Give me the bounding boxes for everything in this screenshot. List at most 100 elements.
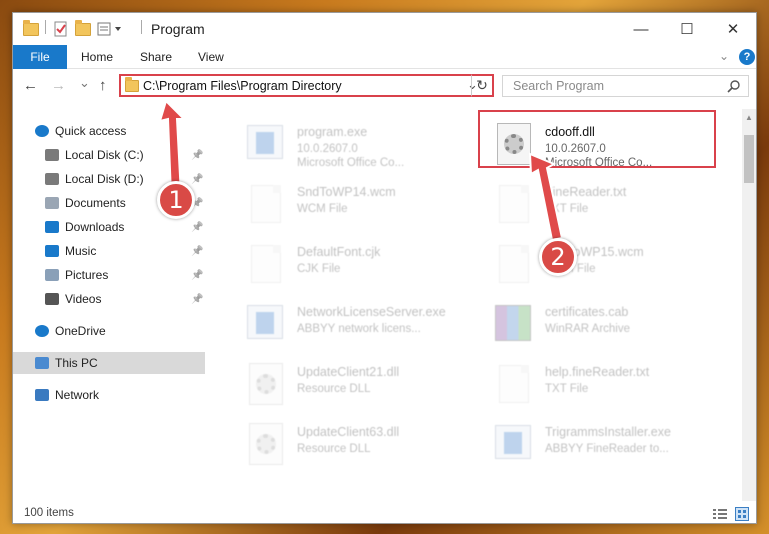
sidebar-item[interactable]: OneDrive xyxy=(13,320,205,342)
up-button[interactable]: ↑ xyxy=(99,77,107,94)
ribbon-tabs: File Home Share View ⌄ ? xyxy=(13,45,756,69)
pin-icon[interactable]: 📌 xyxy=(191,246,203,257)
step-2-badge: 2 xyxy=(539,238,577,276)
sidebar-item[interactable]: This PC xyxy=(13,352,205,374)
file-item[interactable]: certificates.cab WinRAR Archive xyxy=(491,303,726,357)
tab-file[interactable]: File xyxy=(13,45,67,69)
file-item[interactable]: program.exe 10.0.2607.0 Microsoft Office C… xyxy=(243,123,478,177)
new-folder-icon[interactable] xyxy=(75,19,91,38)
help-icon[interactable]: ? xyxy=(739,49,755,65)
step-1-badge: 1 xyxy=(157,181,195,219)
file-item[interactable]: DefaultFont.cjk CJK File xyxy=(243,243,478,297)
scroll-thumb[interactable] xyxy=(744,135,754,183)
file-name: program.exe xyxy=(297,125,368,139)
minimize-button[interactable]: — xyxy=(618,13,664,45)
music-icon xyxy=(45,245,59,257)
search-icon[interactable] xyxy=(727,80,740,93)
sidebar-item-label: Videos xyxy=(65,292,102,306)
file-detail: 10.0.2607.0 xyxy=(297,143,358,155)
document-icon xyxy=(243,243,283,287)
file-name: help.fineReader.txt xyxy=(545,365,650,379)
sidebar-item-label: Music xyxy=(65,244,97,258)
file-item[interactable]: TrigrammsInstaller.exe ABBYY FineReader t… xyxy=(491,423,726,477)
videos-icon xyxy=(45,293,59,305)
file-item[interactable]: NetworkLicenseServer.exe ABBYY network li… xyxy=(243,303,478,357)
star-icon xyxy=(35,125,49,137)
app-icon xyxy=(243,123,283,167)
file-detail: WinRAR Archive xyxy=(545,323,630,335)
customize-toolbar-icon[interactable] xyxy=(97,20,123,38)
folder-icon xyxy=(125,77,139,92)
sidebar-item-label: Pictures xyxy=(65,268,109,282)
sidebar-item[interactable]: Pictures 📌 xyxy=(13,264,205,286)
properties-icon[interactable] xyxy=(53,20,69,38)
file-name: NetworkLicenseServer.exe xyxy=(297,305,446,319)
back-button[interactable]: ← xyxy=(23,77,38,94)
file-detail: WCM File xyxy=(297,203,348,215)
folder-icon xyxy=(23,19,39,38)
pin-icon[interactable]: 📌 xyxy=(191,294,203,305)
file-item[interactable]: UpdateClient21.dll Resource DLL xyxy=(243,363,478,417)
file-name: SndToWP14.wcm xyxy=(297,185,396,199)
sidebar-item-label: Local Disk (C:) xyxy=(65,148,144,162)
file-detail: ABBYY FineReader to... xyxy=(545,443,669,455)
sidebar-item[interactable]: Network xyxy=(13,384,205,406)
scroll-up-icon[interactable]: ▲ xyxy=(745,113,753,122)
file-name: certificates.cab xyxy=(545,305,629,319)
documents-icon xyxy=(45,197,59,209)
search-box[interactable]: Search Program xyxy=(502,75,749,97)
sidebar-item-label: OneDrive xyxy=(55,324,106,338)
title-bar: Program — ☐ ✕ xyxy=(13,13,756,45)
tab-home[interactable]: Home xyxy=(81,45,113,69)
file-detail: CJK File xyxy=(297,263,341,275)
computer-icon xyxy=(35,357,49,369)
file-detail: Microsoft Office Co... xyxy=(297,157,405,169)
file-name: DefaultFont.cjk xyxy=(297,245,381,259)
details-view-icon[interactable] xyxy=(713,508,727,520)
search-input[interactable]: Search Program xyxy=(513,79,604,93)
address-path[interactable]: C:\Program Files\Program Directory xyxy=(143,79,342,93)
gear-file-icon xyxy=(243,363,283,407)
tab-share[interactable]: Share xyxy=(140,45,172,69)
file-name: UpdateClient21.dll xyxy=(297,365,400,379)
file-detail: Resource DLL xyxy=(297,443,371,455)
sidebar-item-label: This PC xyxy=(55,356,98,370)
document-icon xyxy=(491,363,531,407)
file-name: TrigrammsInstaller.exe xyxy=(545,425,671,439)
close-button[interactable]: ✕ xyxy=(710,13,756,45)
file-detail: TXT File xyxy=(545,383,589,395)
file-detail: ABBYY network licens... xyxy=(297,323,421,335)
app-icon xyxy=(491,423,531,467)
pictures-icon xyxy=(45,269,59,281)
sidebar-item-label: Downloads xyxy=(65,220,125,234)
status-bar: 100 items xyxy=(13,503,756,525)
download-icon xyxy=(45,221,59,233)
app-icon xyxy=(243,303,283,347)
navigation-bar: ← → ⌄ ↑ C:\Program Files\Program Directo… xyxy=(13,71,756,101)
recent-locations-button[interactable]: ⌄ xyxy=(79,75,90,91)
vertical-scrollbar[interactable]: ▲ xyxy=(742,109,756,501)
file-item[interactable]: SndToWP14.wcm WCM File xyxy=(243,183,478,237)
divider xyxy=(45,20,46,34)
gear-file-icon xyxy=(243,423,283,467)
address-bar[interactable]: C:\Program Files\Program Directory ⌄ xyxy=(119,74,494,97)
pin-icon[interactable]: 📌 xyxy=(191,270,203,281)
sidebar-item[interactable]: Music 📌 xyxy=(13,240,205,262)
sidebar-item[interactable]: Videos 📌 xyxy=(13,288,205,310)
expand-ribbon-icon[interactable]: ⌄ xyxy=(719,49,729,63)
network-icon xyxy=(35,389,49,401)
tab-view[interactable]: View xyxy=(198,45,224,69)
forward-button[interactable]: → xyxy=(51,77,66,94)
file-name: UpdateClient63.dll xyxy=(297,425,400,439)
file-detail: Resource DLL xyxy=(297,383,371,395)
file-item[interactable]: help.fineReader.txt TXT File xyxy=(491,363,726,417)
tiles-view-icon[interactable] xyxy=(735,507,749,521)
sidebar-item-label: Documents xyxy=(65,196,126,210)
drive-icon xyxy=(45,173,59,185)
refresh-button[interactable]: ↻ xyxy=(471,74,494,97)
file-item[interactable]: UpdateClient63.dll Resource DLL xyxy=(243,423,478,477)
file-highlight-box xyxy=(478,110,716,168)
maximize-button[interactable]: ☐ xyxy=(664,13,710,45)
cloud-icon xyxy=(35,325,49,337)
explorer-window: Program — ☐ ✕ File Home Share View ⌄ ? ←… xyxy=(12,12,757,524)
